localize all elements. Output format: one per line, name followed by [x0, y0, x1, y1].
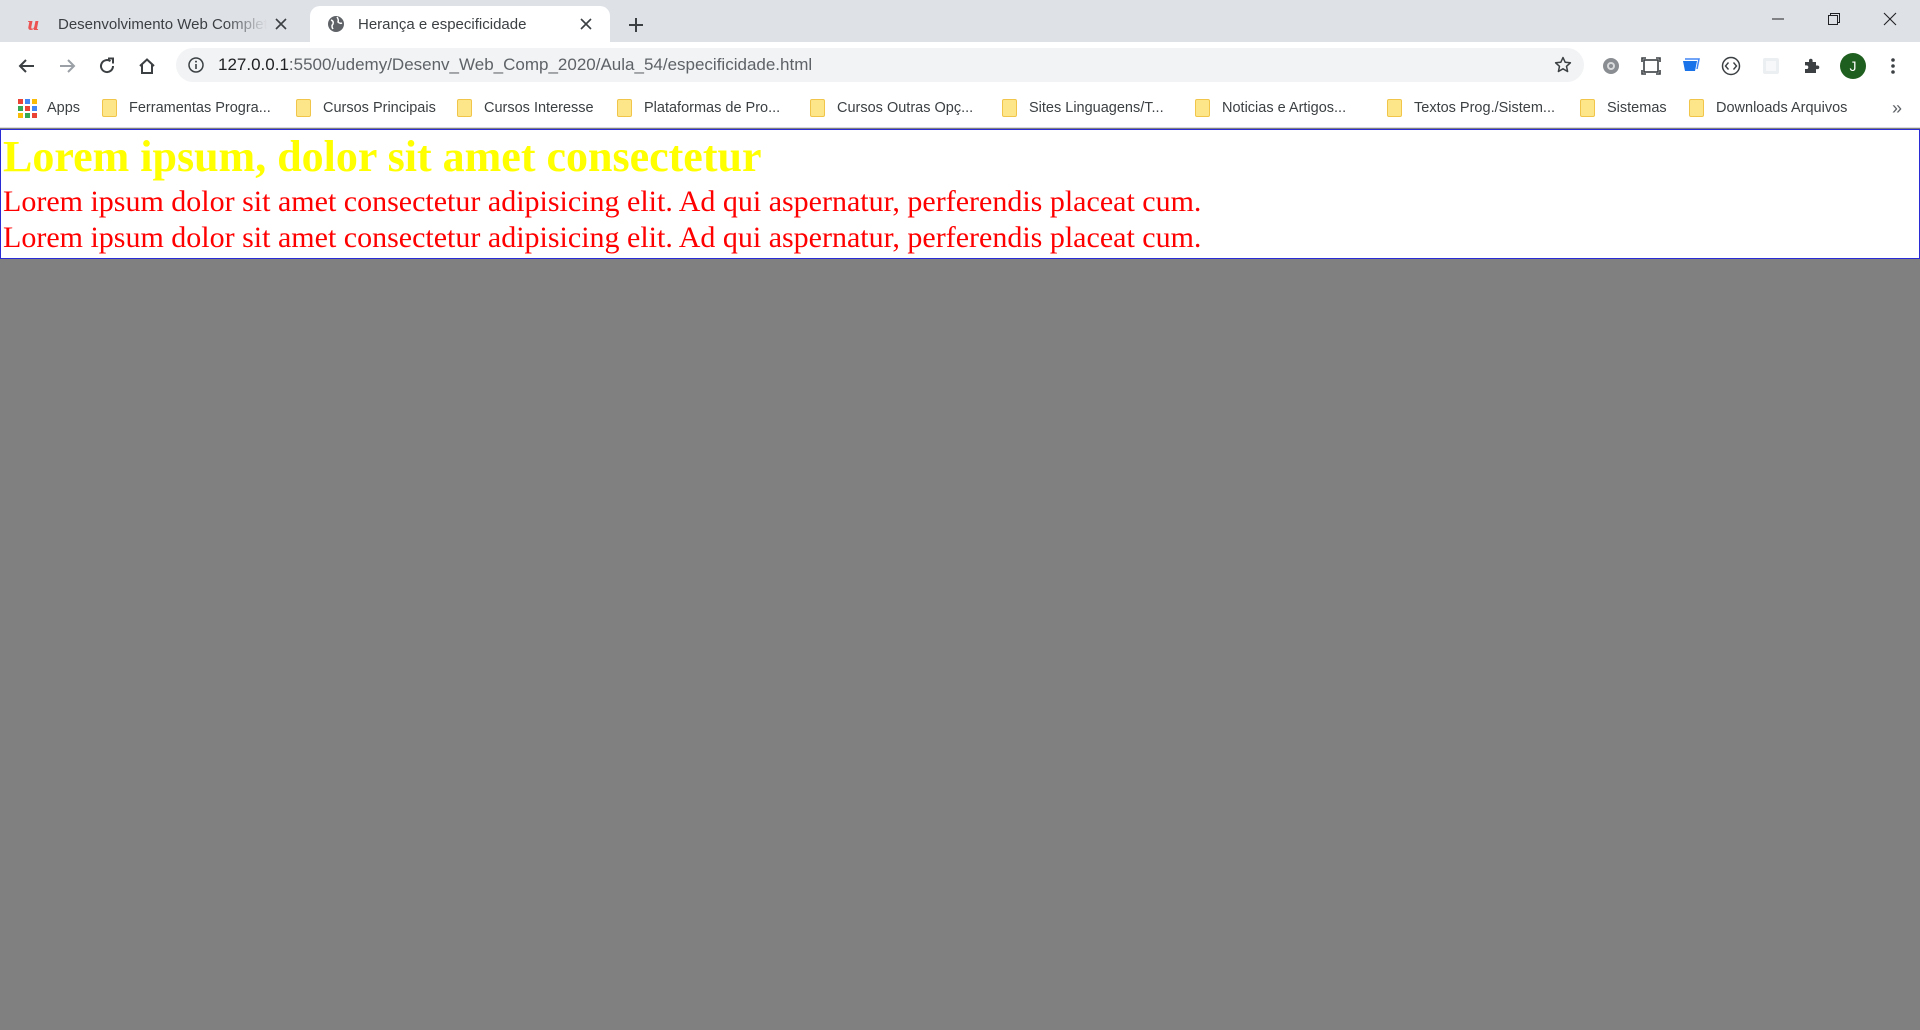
url-host: 127.0.0.1: [218, 55, 289, 74]
folder-icon: [102, 99, 117, 117]
bookmark-folder[interactable]: Sites Linguagens/T...: [1002, 88, 1164, 128]
tab-title: Desenvolvimento Web Completo: [58, 15, 267, 33]
reload-icon: [100, 57, 115, 74]
bookmark-folder[interactable]: Noticias e Artigos...: [1195, 88, 1346, 128]
globe-icon: [326, 14, 346, 34]
bookmarks-bar: Apps Ferramentas Progra... Cursos Princi…: [0, 88, 1920, 128]
close-icon: [1883, 12, 1897, 26]
bookmark-label: Cursos Principais: [323, 100, 436, 116]
home-button[interactable]: [130, 49, 164, 83]
reload-button[interactable]: [90, 49, 124, 83]
page-heading: Lorem ipsum, dolor sit amet consectetur: [3, 132, 762, 181]
screenshot-icon[interactable]: [1634, 49, 1668, 83]
more-bookmarks-chevron-icon[interactable]: »: [1892, 88, 1902, 128]
udemy-icon: u: [26, 14, 46, 34]
apps-grid-icon: [18, 98, 37, 118]
profile-avatar[interactable]: J: [1836, 49, 1870, 83]
address-bar[interactable]: 127.0.0.1:5500/udemy/Desenv_Web_Comp_202…: [176, 48, 1584, 82]
url-path: :5500/udemy/Desenv_Web_Comp_2020/Aula_54…: [288, 55, 813, 74]
folder-icon: [296, 99, 311, 117]
bookmark-label: Noticias e Artigos...: [1222, 100, 1347, 116]
bookmark-folder[interactable]: Cursos Outras Opç...: [810, 88, 973, 128]
new-tab-button[interactable]: [620, 9, 652, 41]
menu-button[interactable]: [1876, 49, 1910, 83]
bookmark-label: Textos Prog./Sistem...: [1414, 100, 1556, 116]
content-box: Lorem ipsum, dolor sit amet consectetur …: [0, 129, 1920, 259]
bookmark-label: Sites Linguagens/T...: [1029, 100, 1164, 116]
folder-icon: [1002, 99, 1017, 117]
minimize-button[interactable]: [1750, 0, 1806, 38]
info-icon[interactable]: [186, 55, 206, 75]
bookmark-label: Apps: [47, 100, 81, 116]
bookmark-folder[interactable]: Downloads Arquivos: [1689, 88, 1847, 128]
close-tab-icon[interactable]: [267, 10, 295, 38]
kebab-menu-icon: [1891, 58, 1895, 74]
bookmark-label: Ferramentas Progra...: [129, 100, 271, 116]
folder-icon: [617, 99, 632, 117]
forward-button[interactable]: [50, 49, 84, 83]
folder-icon: [1580, 99, 1595, 117]
folder-icon: [1689, 99, 1704, 117]
tab-desenvolvimento-web[interactable]: u Desenvolvimento Web Completo: [10, 6, 305, 42]
restore-icon: [1828, 13, 1840, 25]
bookmark-label: Plataformas de Pro...: [644, 100, 781, 116]
folder-icon: [457, 99, 472, 117]
paragraph: Lorem ipsum dolor sit amet consectetur a…: [3, 185, 1202, 218]
tab-heranca-especificidade[interactable]: Herança e especificidade: [310, 6, 610, 42]
bookmark-folder[interactable]: Cursos Principais: [296, 88, 436, 128]
bookmark-folder[interactable]: Textos Prog./Sistem...: [1387, 88, 1555, 128]
page-viewport: Lorem ipsum, dolor sit amet consectetur …: [0, 128, 1920, 1030]
svg-text:u: u: [27, 16, 39, 32]
close-tab-icon[interactable]: [572, 10, 600, 38]
bookmark-folder[interactable]: Plataformas de Pro...: [617, 88, 780, 128]
arrow-left-icon: [18, 59, 34, 73]
bookmark-label: Cursos Outras Opç...: [837, 100, 974, 116]
puzzle-icon[interactable]: [1794, 49, 1828, 83]
url-text[interactable]: 127.0.0.1:5500/udemy/Desenv_Web_Comp_202…: [218, 48, 812, 82]
folder-icon: [810, 99, 825, 117]
paragraph: Lorem ipsum dolor sit amet consectetur a…: [3, 221, 1202, 254]
avatar: J: [1840, 53, 1866, 79]
arrow-right-icon: [60, 59, 76, 73]
code-extension-icon[interactable]: [1714, 49, 1748, 83]
close-window-button[interactable]: [1862, 0, 1918, 38]
back-button[interactable]: [10, 49, 44, 83]
extension-faded-icon[interactable]: [1754, 49, 1788, 83]
bookmark-apps[interactable]: Apps: [18, 88, 80, 128]
folder-icon: [1387, 99, 1402, 117]
bookmark-label: Sistemas: [1607, 100, 1667, 116]
home-icon: [139, 58, 155, 74]
extension-blue-icon[interactable]: [1674, 49, 1708, 83]
bookmark-folder[interactable]: Cursos Interesse: [457, 88, 594, 128]
minimize-icon: [1772, 18, 1784, 20]
bookmark-star-icon[interactable]: [1552, 54, 1574, 76]
folder-icon: [1195, 99, 1210, 117]
bookmark-folder[interactable]: Ferramentas Progra...: [102, 88, 271, 128]
browser-toolbar: 127.0.0.1:5500/udemy/Desenv_Web_Comp_202…: [0, 42, 1920, 88]
bookmark-label: Downloads Arquivos: [1716, 100, 1848, 116]
bookmark-label: Cursos Interesse: [484, 100, 594, 116]
tab-title: Herança e especificidade: [358, 15, 527, 33]
bookmark-folder[interactable]: Sistemas: [1580, 88, 1667, 128]
extension-gear-icon[interactable]: [1594, 49, 1628, 83]
restore-button[interactable]: [1806, 0, 1862, 38]
plus-icon: [629, 18, 643, 32]
tab-strip: u Desenvolvimento Web Completo Herança e…: [0, 0, 1920, 42]
